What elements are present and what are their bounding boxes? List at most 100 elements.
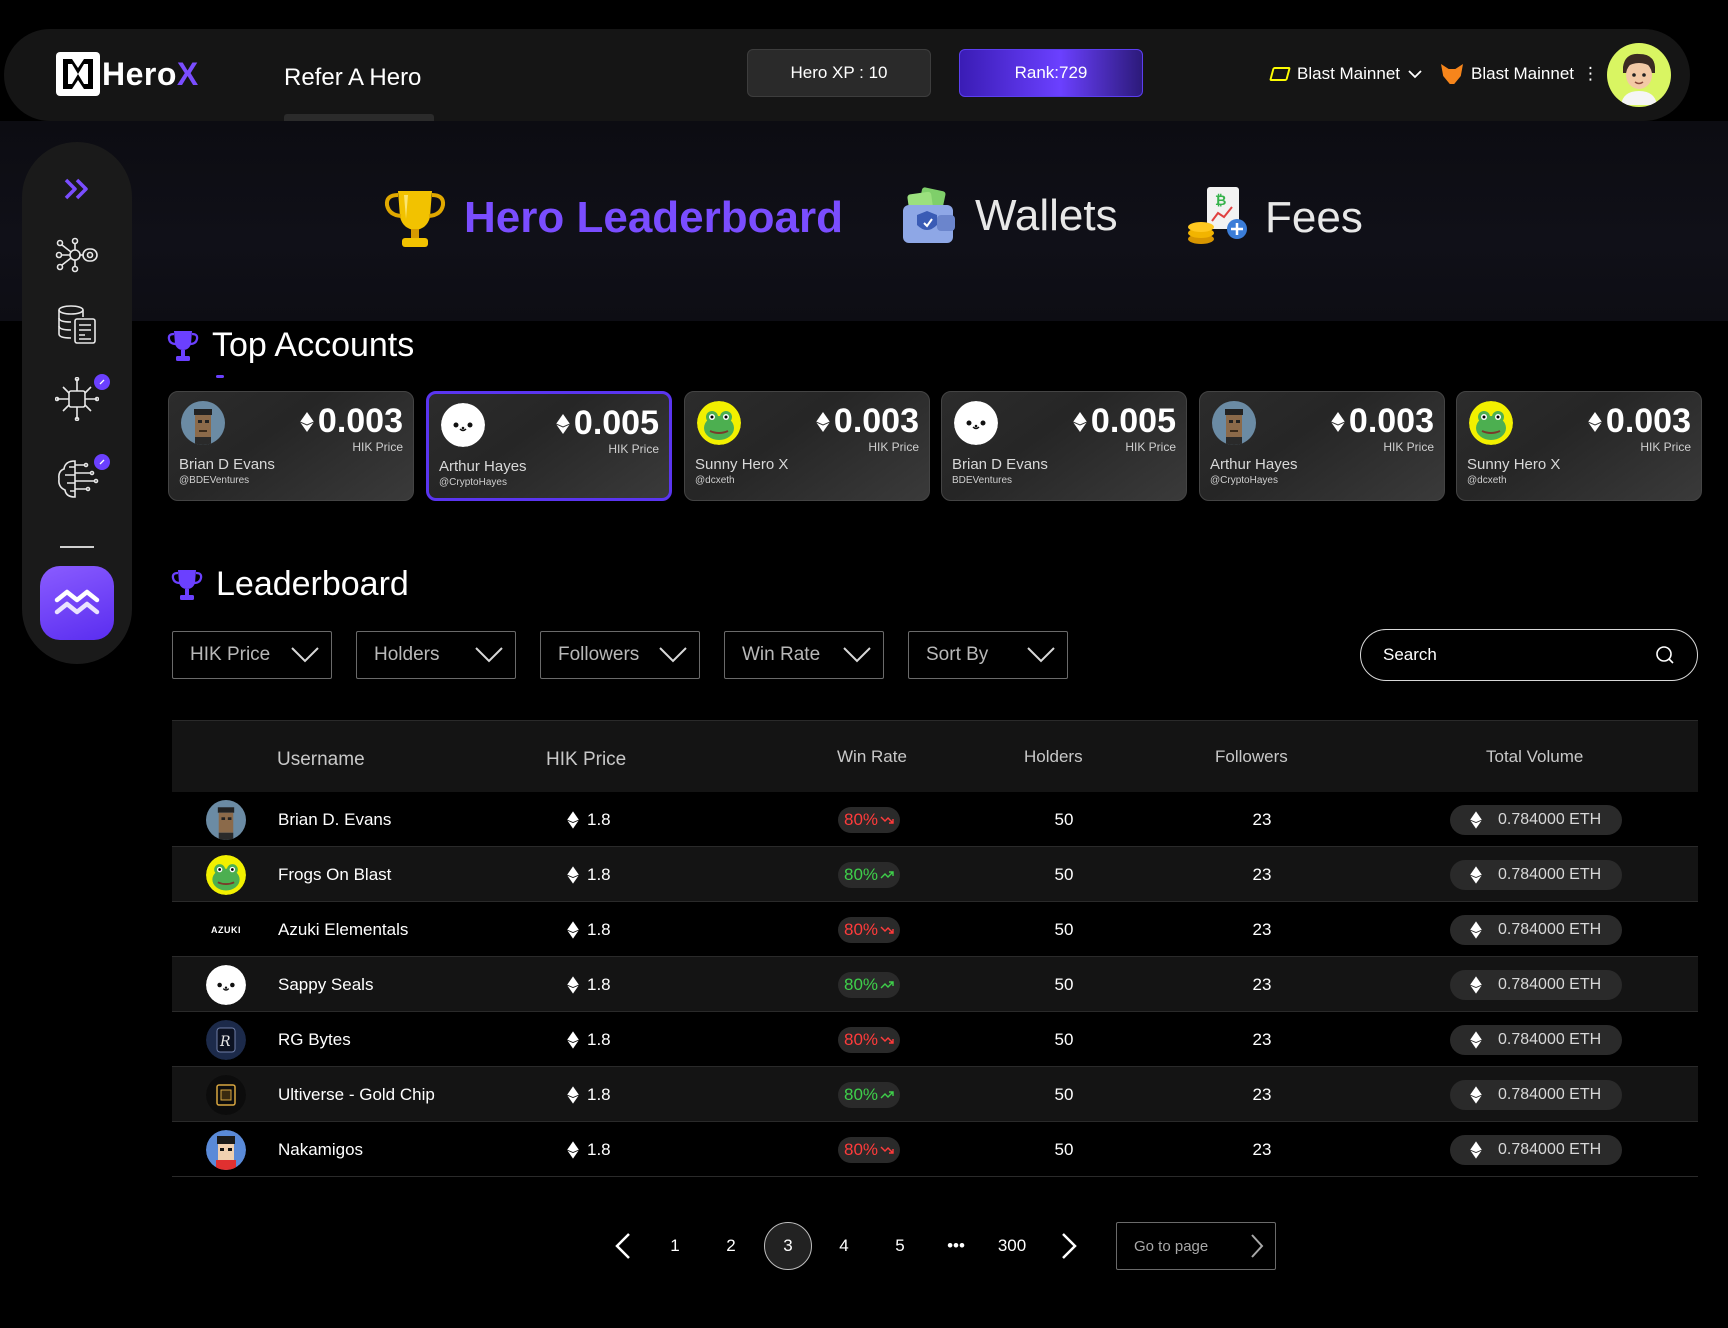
refer-a-hero-link[interactable]: Refer A Hero: [284, 64, 421, 92]
filter-followers[interactable]: Followers: [540, 631, 700, 679]
chevron-down-icon: [291, 647, 319, 663]
account-card-selected[interactable]: 0.005 HIK Price Arthur Hayes @CryptoHaye…: [426, 391, 672, 501]
next-page-icon[interactable]: [1054, 1222, 1084, 1270]
eth-icon: [1470, 865, 1482, 884]
card-price: 0.005: [555, 404, 659, 443]
trophy-icon: [167, 330, 199, 361]
card-name: Sunny Hero X: [695, 456, 789, 473]
row-holders: 50: [1054, 974, 1074, 994]
hero-xp-button[interactable]: Hero XP : 10: [747, 49, 931, 97]
eth-icon: [567, 920, 579, 939]
row-username[interactable]: Azuki Elementals: [278, 902, 408, 957]
row-hik-price: 1.8: [567, 1122, 611, 1177]
row-avatar-cell: [206, 792, 246, 847]
frog-avatar: [1469, 401, 1513, 445]
volume-badge: 0.784000 ETH: [1450, 969, 1622, 1000]
search-box[interactable]: [1360, 629, 1698, 681]
expand-chevrons-icon[interactable]: [54, 166, 100, 212]
page-3-current[interactable]: 3: [764, 1222, 812, 1270]
chevron-right-icon[interactable]: [1249, 1233, 1265, 1259]
win-rate-badge: 80%: [838, 806, 901, 833]
table-row[interactable]: Sappy Seals 1.8 80% 50 23 0.784000 ETH: [172, 957, 1698, 1012]
row-total-volume: 0.784000 ETH: [1450, 847, 1622, 902]
table-row[interactable]: Brian D. Evans 1.8 80% 50 23 0.784000 ET…: [172, 792, 1698, 847]
eth-icon: [567, 865, 579, 884]
table-row[interactable]: Frogs On Blast 1.8 80% 50 23 0.784000 ET…: [172, 847, 1698, 902]
frog-avatar: [697, 401, 741, 445]
column-total-volume[interactable]: Total Volume: [1486, 747, 1583, 767]
search-input[interactable]: [1383, 645, 1633, 665]
more-vertical-icon[interactable]: ⋮: [1582, 64, 1599, 84]
account-card[interactable]: 0.003 HIK Price Sunny Hero X @dcxeth: [1456, 391, 1702, 501]
row-total-volume: 0.784000 ETH: [1450, 1012, 1622, 1067]
table-row[interactable]: AZUKI Azuki Elementals 1.8 80% 50 23 0.7…: [172, 902, 1698, 957]
filter-sort-by[interactable]: Sort By: [908, 631, 1068, 679]
brain-circuit-icon[interactable]: [54, 454, 110, 502]
page-2[interactable]: 2: [716, 1222, 746, 1270]
user-avatar[interactable]: [1607, 43, 1671, 107]
account-card[interactable]: 0.003 HIK Price Arthur Hayes @CryptoHaye…: [1199, 391, 1445, 501]
row-username[interactable]: Ultiverse - Gold Chip: [278, 1067, 435, 1122]
row-holders: 50: [1054, 1139, 1074, 1159]
row-total-volume: 0.784000 ETH: [1450, 792, 1622, 847]
row-followers: 23: [1252, 974, 1272, 994]
filter-holders[interactable]: Holders: [356, 631, 516, 679]
row-username[interactable]: RG Bytes: [278, 1012, 351, 1067]
row-followers: 23: [1252, 1139, 1272, 1159]
top-accounts-heading: Top Accounts: [166, 326, 414, 365]
page-4[interactable]: 4: [829, 1222, 859, 1270]
account-card[interactable]: 0.003 HIK Price Sunny Hero X @dcxeth: [684, 391, 930, 501]
column-username[interactable]: Username: [277, 749, 365, 771]
column-holders[interactable]: Holders: [1024, 747, 1083, 767]
row-username[interactable]: Frogs On Blast: [278, 847, 391, 902]
wave-logo-icon[interactable]: [40, 566, 114, 640]
page-1[interactable]: 1: [660, 1222, 690, 1270]
row-win-rate: 80%: [838, 1067, 901, 1122]
page-ellipsis[interactable]: •••: [941, 1222, 971, 1270]
database-report-icon[interactable]: [54, 302, 100, 348]
card-name: Arthur Hayes: [439, 458, 527, 475]
search-icon[interactable]: [1655, 645, 1675, 665]
svg-text:R: R: [219, 1034, 231, 1050]
win-rate-badge: 80%: [838, 916, 901, 943]
tab-hero-leaderboard[interactable]: Hero Leaderboard: [380, 183, 843, 253]
chevron-down-icon: [659, 647, 687, 663]
chip-circuit-icon[interactable]: [54, 374, 110, 422]
chevron-down-icon: [843, 647, 871, 663]
column-win-rate[interactable]: Win Rate: [837, 747, 907, 767]
table-row[interactable]: R RG Bytes 1.8 80% 50 23 0.784000 ETH: [172, 1012, 1698, 1067]
row-username[interactable]: Sappy Seals: [278, 957, 373, 1012]
go-to-page-input[interactable]: Go to page: [1116, 1222, 1276, 1270]
row-username[interactable]: Brian D. Evans: [278, 792, 391, 847]
herox-logo[interactable]: HeroX: [56, 52, 199, 96]
eth-icon: [1470, 1030, 1482, 1049]
page-5[interactable]: 5: [885, 1222, 915, 1270]
win-rate-badge: 80%: [838, 861, 901, 888]
tab-fees[interactable]: ₿ Fees: [1185, 183, 1363, 253]
column-followers[interactable]: Followers: [1215, 747, 1288, 767]
account-card[interactable]: 0.005 HIK Price Brian D Evans BDEVenture…: [941, 391, 1187, 501]
table-row[interactable]: Ultiverse - Gold Chip 1.8 80% 50 23 0.78…: [172, 1067, 1698, 1122]
chevron-down-icon: [1408, 70, 1422, 79]
eth-icon: [1470, 975, 1482, 994]
network-nodes-icon[interactable]: [54, 232, 100, 278]
tab-wallets[interactable]: Wallets: [897, 183, 1118, 249]
wallet-selector[interactable]: Blast Mainnet ⋮: [1441, 64, 1599, 84]
filter-win-rate[interactable]: Win Rate: [724, 631, 884, 679]
network-selector[interactable]: Blast Mainnet: [1269, 64, 1422, 84]
row-holders: 50: [1054, 1029, 1074, 1049]
row-username[interactable]: Nakamigos: [278, 1122, 363, 1177]
table-row[interactable]: Nakamigos 1.8 80% 50 23 0.784000 ETH: [172, 1122, 1698, 1177]
go-to-page-placeholder: Go to page: [1134, 1237, 1209, 1255]
row-holders: 50: [1054, 809, 1074, 829]
account-card[interactable]: 0.003 HIK Price Brian D Evans @BDEVentur…: [168, 391, 414, 501]
column-hik-price[interactable]: HIK Price: [546, 749, 626, 771]
rank-button[interactable]: Rank:729: [959, 49, 1143, 97]
filter-hik-price[interactable]: HIK Price: [172, 631, 332, 679]
row-hik-price: 1.8: [567, 957, 611, 1012]
prev-page-icon[interactable]: [608, 1222, 638, 1270]
eth-icon: [567, 975, 579, 994]
row-hik-price: 1.8: [567, 1012, 611, 1067]
eth-icon: [1470, 810, 1482, 829]
page-300[interactable]: 300: [993, 1222, 1031, 1270]
